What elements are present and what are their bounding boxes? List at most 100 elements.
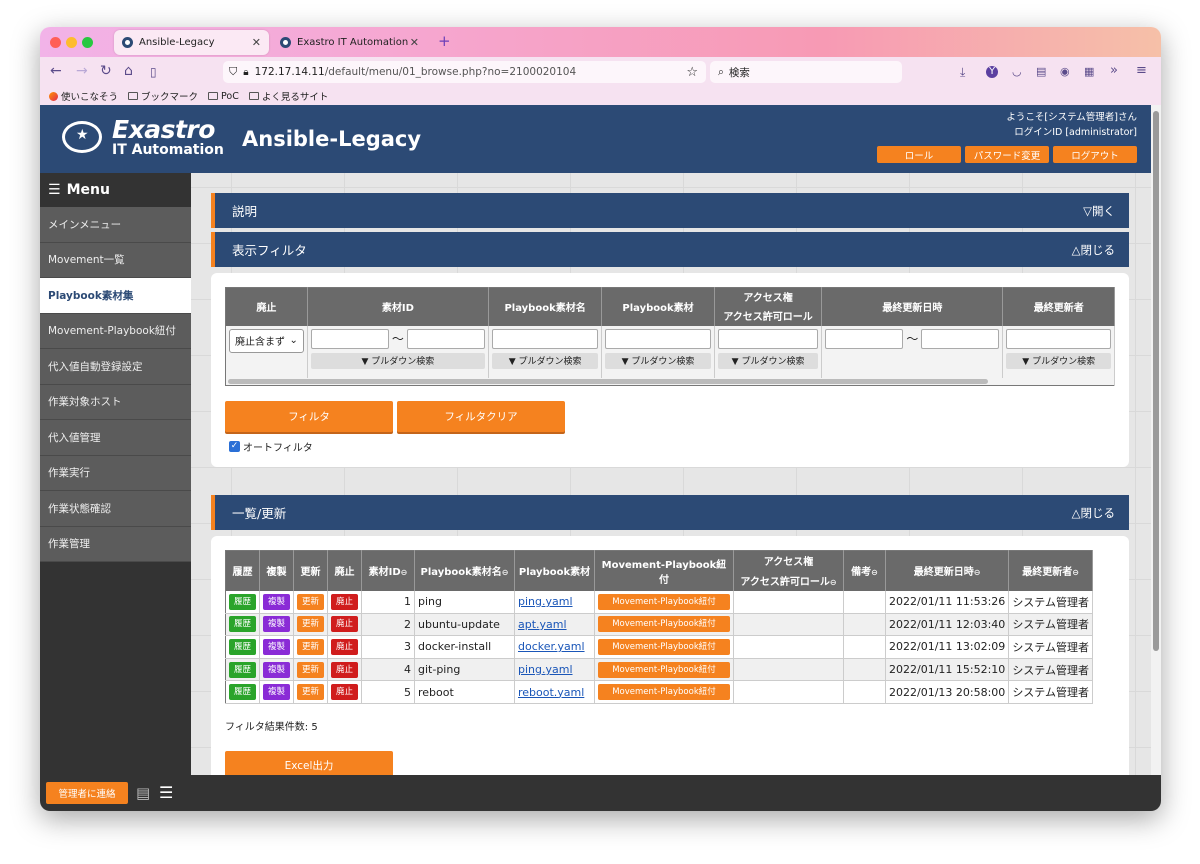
movement-playbook-button[interactable]: Movement-Playbook紐付 (598, 684, 730, 701)
material-id-to-input[interactable] (406, 328, 485, 349)
playbook-file-link[interactable]: docker.yaml (518, 640, 585, 653)
close-tab-icon[interactable]: ✕ (252, 36, 261, 49)
playbook-file-link[interactable]: ping.yaml (518, 595, 573, 608)
role-button[interactable]: ロール (877, 146, 961, 163)
auto-filter-option[interactable]: ✓ オートフィルタ (229, 439, 313, 454)
url-bar[interactable]: ⛉ 🔒︎ 172.17.14.11 /default/menu/01_brows… (223, 61, 706, 83)
close-window-icon[interactable] (50, 37, 61, 48)
forward-icon[interactable]: → (76, 63, 88, 79)
sidebar-item[interactable]: Playbook素材集 (40, 278, 191, 314)
update-button[interactable]: 更新 (297, 616, 324, 633)
extension-icon[interactable]: ◉ (1060, 65, 1070, 78)
horizontal-scrollbar[interactable] (225, 377, 1115, 386)
checkbox-checked-icon[interactable]: ✓ (229, 441, 240, 452)
last-update-to-input[interactable] (921, 328, 1000, 349)
discard-button[interactable]: 廃止 (331, 638, 358, 655)
maximize-window-icon[interactable] (82, 37, 93, 48)
update-button[interactable]: 更新 (297, 638, 324, 655)
library-icon[interactable]: ▤ (1036, 65, 1046, 78)
update-button[interactable]: 更新 (297, 593, 324, 610)
update-button[interactable]: 更新 (297, 684, 324, 701)
history-button[interactable]: 履歴 (229, 616, 256, 633)
reload-icon[interactable]: ↻ (100, 63, 112, 79)
playbook-file-link[interactable]: ping.yaml (518, 663, 573, 676)
exastro-logo[interactable]: ★ Exastro IT Automation (54, 117, 224, 157)
discard-select[interactable]: 廃止含まず ⌄ (229, 328, 304, 353)
bookmark-folder[interactable]: PoC (208, 91, 239, 102)
pulldown-search-button[interactable]: ▼ プルダウン検索 (605, 352, 711, 369)
history-button[interactable]: 履歴 (229, 638, 256, 655)
menu-header[interactable]: ☰ Menu (40, 173, 191, 207)
reader-view-icon[interactable]: ▯ (150, 65, 157, 79)
sidebar-item[interactable]: 作業対象ホスト (40, 384, 191, 420)
new-tab-button[interactable]: + (438, 32, 451, 50)
list-view-icon[interactable]: ☰ (159, 783, 173, 802)
pulldown-search-button[interactable]: ▼ プルダウン検索 (310, 352, 485, 369)
description-section-header[interactable]: 説明 ▽開く (211, 193, 1129, 228)
copy-button[interactable]: 複製 (263, 593, 290, 610)
translate-icon[interactable]: ▦ (1084, 65, 1094, 78)
discard-button[interactable]: 廃止 (331, 661, 358, 678)
col-last-updater[interactable]: 最終更新者⊖ (1008, 550, 1093, 591)
col-access-role[interactable]: アクセス許可ロール⊖ (733, 570, 844, 591)
pulldown-search-button[interactable]: ▼ プルダウン検索 (717, 352, 819, 369)
close-toggle[interactable]: △閉じる (1072, 242, 1115, 258)
access-role-input[interactable] (717, 328, 819, 349)
sidebar-item[interactable]: 作業状態確認 (40, 491, 191, 527)
material-id-from-input[interactable] (310, 328, 389, 349)
bookmark-folder[interactable]: よく見るサイト (248, 89, 328, 103)
account-icon[interactable]: Y (986, 66, 998, 78)
compact-view-icon[interactable]: ▤ (136, 784, 150, 802)
bookmark-folder[interactable]: ブックマーク (128, 89, 198, 103)
close-tab-icon[interactable]: ✕ (410, 36, 419, 49)
close-toggle[interactable]: △閉じる (1072, 505, 1115, 521)
last-update-from-input[interactable] (825, 328, 904, 349)
col-note[interactable]: 備考⊖ (843, 550, 886, 591)
download-icon[interactable]: ⤓ (960, 65, 965, 80)
last-updater-input[interactable] (1006, 328, 1111, 349)
history-button[interactable]: 履歴 (229, 684, 256, 701)
movement-playbook-button[interactable]: Movement-Playbook紐付 (598, 616, 730, 633)
bookmark-getting-started[interactable]: 使いこなそう (49, 89, 118, 103)
sidebar-item[interactable]: 作業実行 (40, 455, 191, 491)
home-icon[interactable]: ⌂ (124, 63, 133, 79)
col-last-update[interactable]: 最終更新日時⊖ (885, 550, 1010, 591)
back-icon[interactable]: ← (50, 63, 62, 79)
minimize-window-icon[interactable] (66, 37, 77, 48)
sidebar-item[interactable]: 代入値管理 (40, 420, 191, 456)
copy-button[interactable]: 複製 (263, 661, 290, 678)
page-scrollbar[interactable] (1151, 105, 1161, 775)
filter-button[interactable]: フィルタ (225, 401, 393, 432)
col-material-id[interactable]: 素材ID⊖ (361, 550, 415, 591)
movement-playbook-button[interactable]: Movement-Playbook紐付 (598, 638, 730, 655)
sidebar-item[interactable]: Movement-Playbook紐付 (40, 313, 191, 349)
playbook-file-link[interactable]: apt.yaml (518, 618, 567, 631)
filter-section-header[interactable]: 表示フィルタ △閉じる (211, 232, 1129, 267)
sidebar-item[interactable]: 代入値自動登録設定 (40, 349, 191, 385)
list-section-header[interactable]: 一覧/更新 △閉じる (211, 495, 1129, 530)
col-playbook-name[interactable]: Playbook素材名⊖ (414, 550, 515, 591)
filter-clear-button[interactable]: フィルタクリア (397, 401, 565, 432)
copy-button[interactable]: 複製 (263, 684, 290, 701)
change-password-button[interactable]: パスワード変更 (965, 146, 1049, 163)
bookmark-star-icon[interactable]: ☆ (686, 65, 698, 80)
history-button[interactable]: 履歴 (229, 661, 256, 678)
sidebar-item[interactable]: 作業管理 (40, 526, 191, 562)
playbook-file-input[interactable] (605, 328, 711, 349)
copy-button[interactable]: 複製 (263, 638, 290, 655)
sidebar-item[interactable]: Movement一覧 (40, 242, 191, 278)
movement-playbook-button[interactable]: Movement-Playbook紐付 (598, 661, 730, 678)
tab-exastro[interactable]: Exastro IT Automation ✕ (272, 30, 427, 55)
update-button[interactable]: 更新 (297, 661, 324, 678)
pulldown-search-button[interactable]: ▼ プルダウン検索 (491, 352, 599, 369)
excel-export-button[interactable]: Excel出力 (225, 751, 393, 775)
playbook-name-input[interactable] (491, 328, 599, 349)
logout-button[interactable]: ログアウト (1053, 146, 1137, 163)
contact-admin-button[interactable]: 管理者に連絡 (46, 782, 128, 804)
pocket-icon[interactable]: ◡ (1012, 65, 1022, 78)
copy-button[interactable]: 複製 (263, 616, 290, 633)
discard-button[interactable]: 廃止 (331, 593, 358, 610)
pulldown-search-button[interactable]: ▼ プルダウン検索 (1006, 352, 1111, 369)
overflow-icon[interactable]: » (1110, 63, 1118, 78)
search-field[interactable]: ⌕ 検索 (710, 61, 902, 83)
